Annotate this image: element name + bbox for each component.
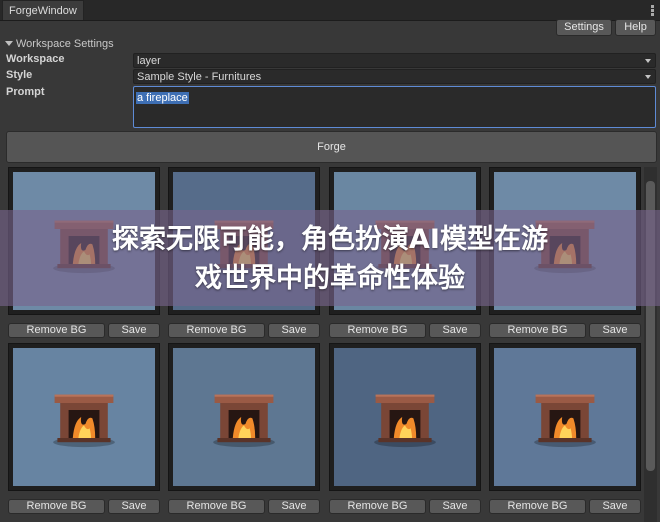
prompt-input[interactable]: a fireplace <box>133 86 656 128</box>
save-button[interactable]: Save <box>589 323 641 338</box>
fireplace-icon <box>49 382 119 452</box>
generated-image <box>494 348 636 486</box>
workspace-value: layer <box>137 55 161 67</box>
result-image-cell[interactable] <box>8 343 160 491</box>
chevron-down-icon <box>645 59 651 63</box>
fireplace-icon <box>209 382 279 452</box>
workspace-label: Workspace <box>6 53 65 65</box>
remove-bg-button[interactable]: Remove BG <box>168 323 265 338</box>
remove-bg-button[interactable]: Remove BG <box>489 499 586 514</box>
prompt-text: a fireplace <box>136 92 189 104</box>
save-button[interactable]: Save <box>268 499 320 514</box>
remove-bg-button[interactable]: Remove BG <box>329 323 426 338</box>
chevron-down-icon <box>645 75 651 79</box>
remove-bg-button[interactable]: Remove BG <box>8 323 105 338</box>
forge-button[interactable]: Forge <box>6 131 657 163</box>
generated-image <box>13 348 155 486</box>
save-button[interactable]: Save <box>268 323 320 338</box>
help-button[interactable]: Help <box>615 19 656 36</box>
workspace-settings-foldout[interactable]: Workspace Settings <box>5 38 114 50</box>
result-image-cell[interactable] <box>168 343 320 491</box>
save-button[interactable]: Save <box>429 323 481 338</box>
workspace-settings-header: Workspace Settings <box>16 38 114 50</box>
overlay-title-line-1: 探索无限可能，角色扮演AI模型在游 <box>112 224 548 255</box>
settings-button[interactable]: Settings <box>556 19 612 36</box>
window-menu-icon[interactable] <box>651 5 654 16</box>
result-image-cell[interactable] <box>489 343 641 491</box>
remove-bg-button[interactable]: Remove BG <box>489 323 586 338</box>
fireplace-icon <box>370 382 440 452</box>
generated-image <box>334 348 476 486</box>
foldout-arrow-icon <box>5 41 13 46</box>
save-button[interactable]: Save <box>589 499 641 514</box>
remove-bg-button[interactable]: Remove BG <box>168 499 265 514</box>
prompt-label: Prompt <box>6 86 45 98</box>
remove-bg-button[interactable]: Remove BG <box>8 499 105 514</box>
remove-bg-button[interactable]: Remove BG <box>329 499 426 514</box>
style-label: Style <box>6 69 33 81</box>
result-image-cell[interactable] <box>329 343 481 491</box>
overlay-title-line-2: 戏世界中的革命性体验 <box>195 263 465 294</box>
save-button[interactable]: Save <box>429 499 481 514</box>
style-dropdown[interactable]: Sample Style - Furnitures <box>133 69 656 84</box>
style-value: Sample Style - Furnitures <box>137 71 262 83</box>
window-tab-bar: ForgeWindow <box>0 0 660 21</box>
window-tab[interactable]: ForgeWindow <box>2 0 84 20</box>
save-button[interactable]: Save <box>108 323 160 338</box>
generated-image <box>173 348 315 486</box>
save-button[interactable]: Save <box>108 499 160 514</box>
overlay-title: 探索无限可能，角色扮演AI模型在游 戏世界中的革命性体验 <box>0 220 660 298</box>
fireplace-icon <box>530 382 600 452</box>
workspace-dropdown[interactable]: layer <box>133 53 656 68</box>
